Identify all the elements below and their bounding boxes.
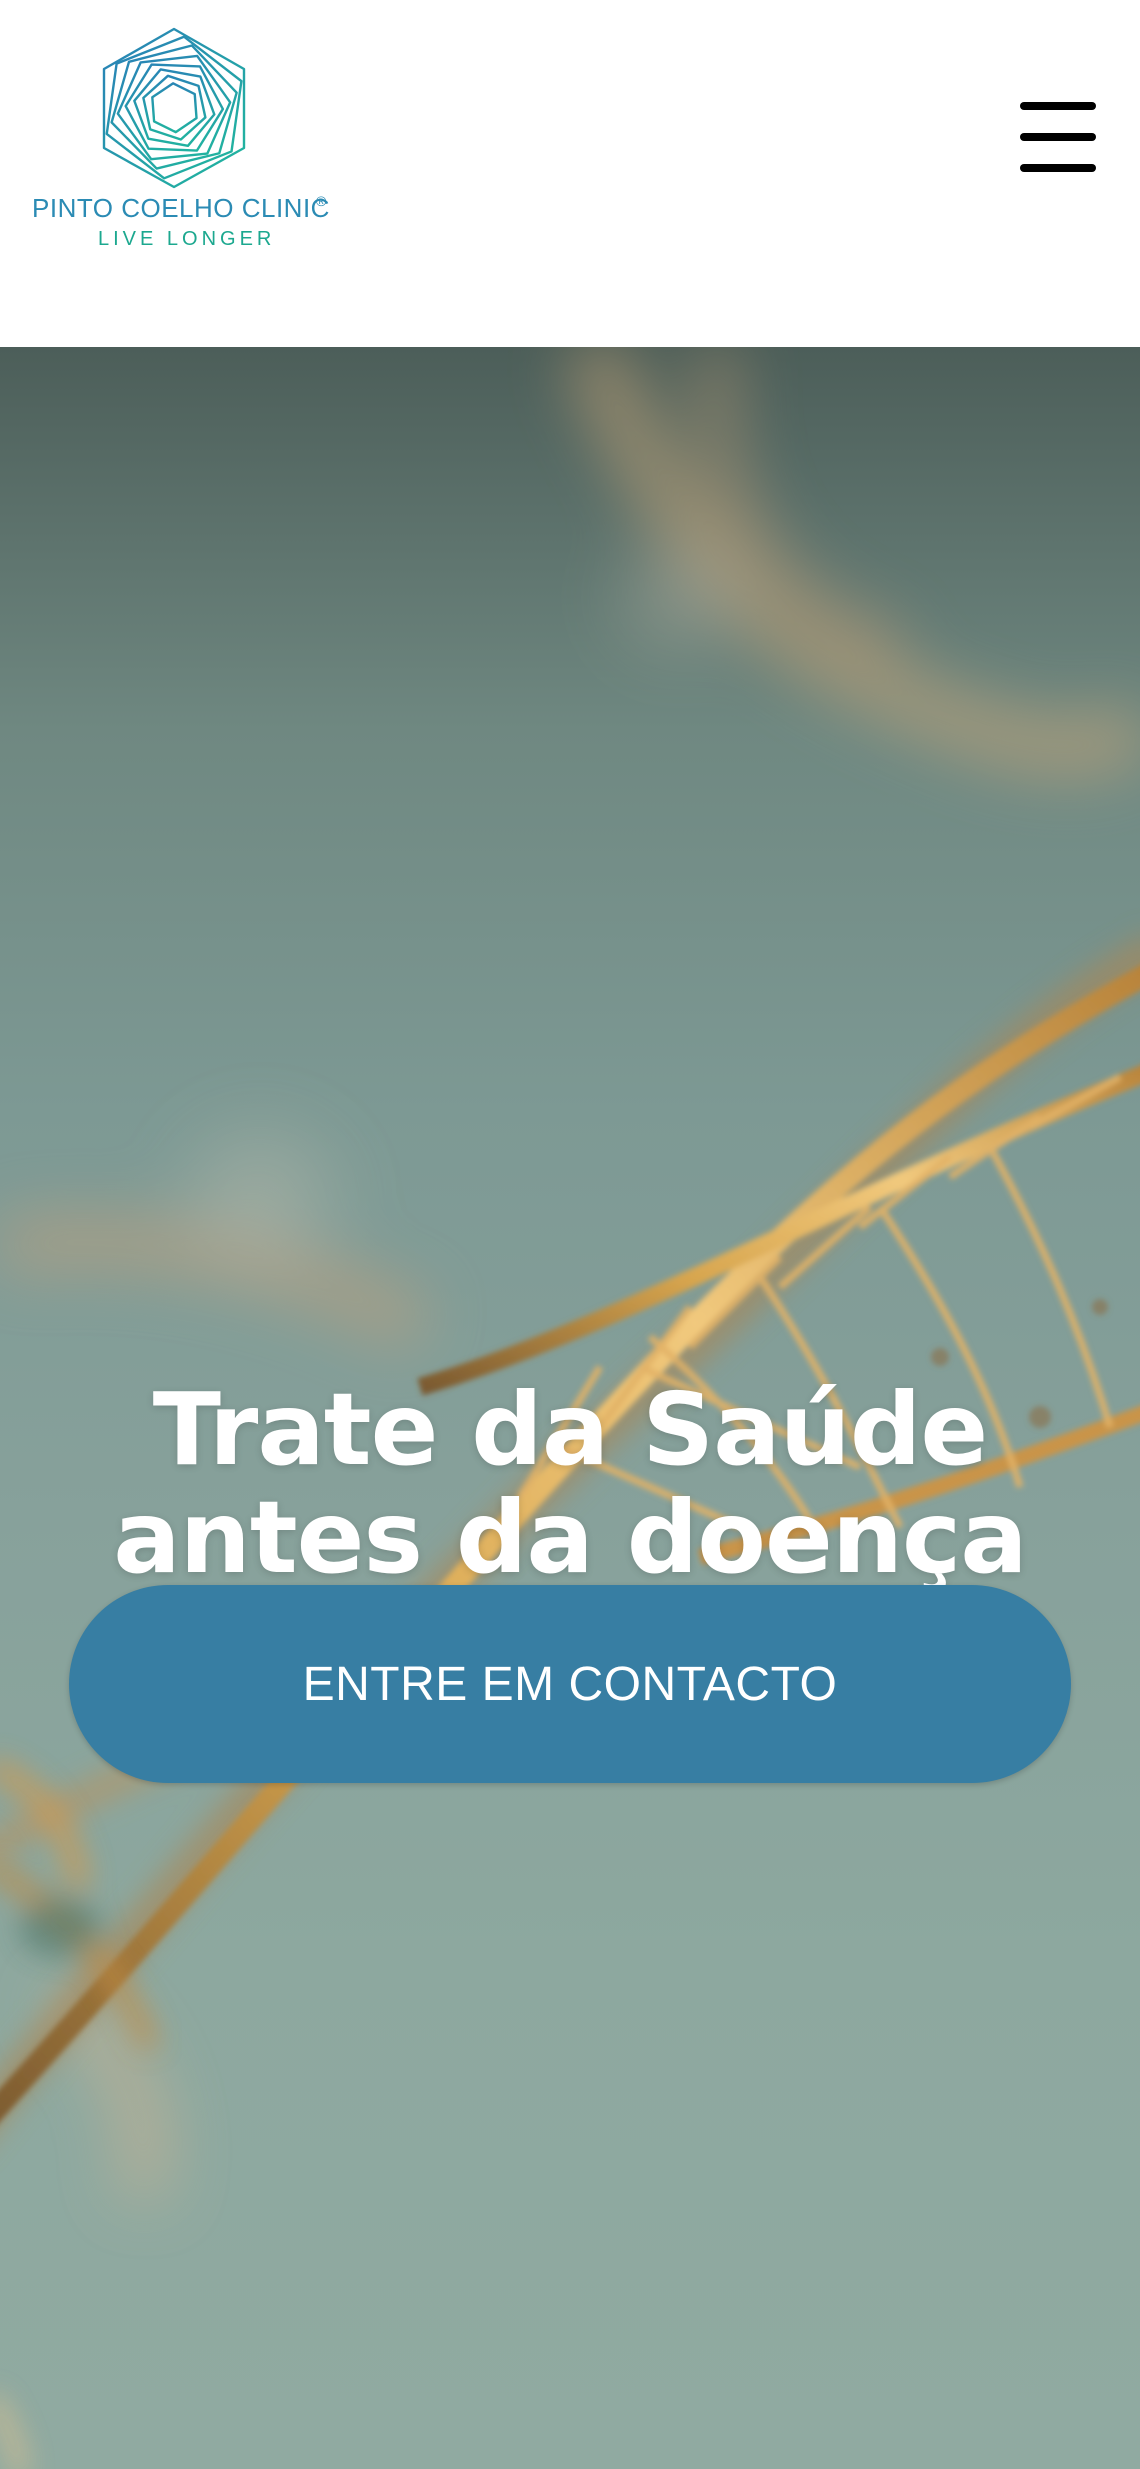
contact-cta-label: ENTRE EM CONTACTO <box>302 1657 838 1711</box>
menu-button[interactable] <box>1012 95 1096 175</box>
site-header: PINTO COELHO CLINIC ® LIVE LONGER <box>0 0 1140 347</box>
menu-line <box>1020 164 1096 172</box>
hero-title-line-1: Trate da Saúde <box>152 1371 988 1488</box>
page: PINTO COELHO CLINIC ® LIVE LONGER Trate … <box>0 0 1140 2469</box>
menu-line <box>1020 133 1096 141</box>
menu-line <box>1020 102 1096 110</box>
registered-mark: ® <box>316 193 327 209</box>
hero-title: Trate da Saúde antes da doença <box>70 1376 1070 1592</box>
brand-name: PINTO COELHO CLINIC <box>32 193 330 223</box>
hero-section: Trate da Saúde antes da doença ENTRE EM … <box>0 347 1140 2469</box>
clinic-logo-link[interactable]: PINTO COELHO CLINIC ® LIVE LONGER <box>30 25 350 255</box>
hamburger-menu-icon <box>1020 102 1096 172</box>
hero-title-line-2: antes da doença <box>113 1479 1028 1596</box>
hexagon-spiral-logo-icon <box>102 27 246 189</box>
brand-tagline: LIVE LONGER <box>98 228 276 250</box>
contact-cta-button[interactable]: ENTRE EM CONTACTO <box>69 1585 1071 1783</box>
